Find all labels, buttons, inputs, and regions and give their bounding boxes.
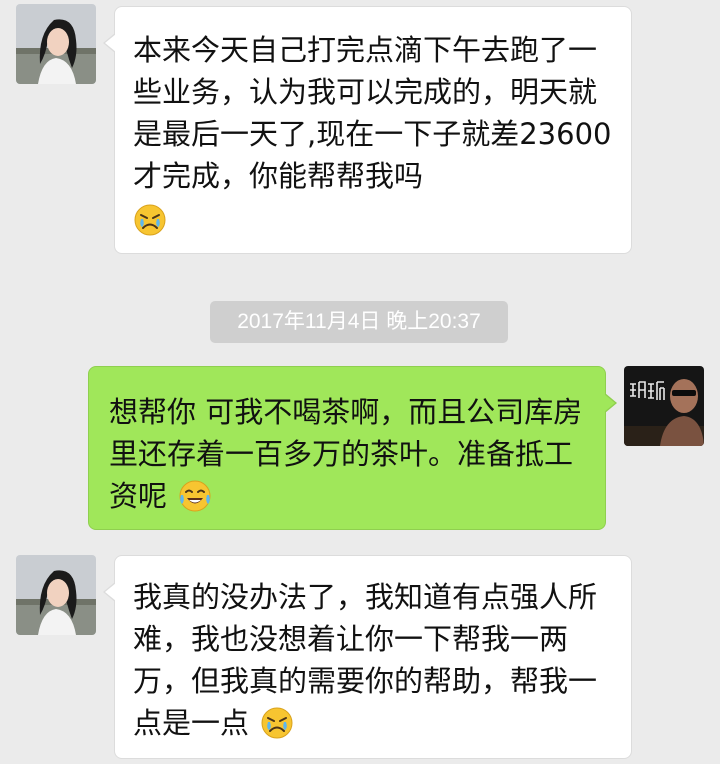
chat-window: 本来今天自己打完点滴下午去跑了一些业务，认为我可以完成的，明天就是最后一天了,现… (0, 0, 720, 764)
contact-avatar[interactable] (16, 555, 96, 635)
message-timestamp: 2017年11月4日 晚上20:37 (210, 301, 508, 343)
crying-face-icon (133, 203, 167, 237)
contact-avatar-image (16, 4, 96, 84)
message-text: 本来今天自己打完点滴下午去跑了一些业务，认为我可以完成的，明天就是最后一天了,现… (133, 33, 612, 193)
crying-face-icon (260, 706, 294, 740)
contact-avatar-image (16, 555, 96, 635)
laughing-tears-icon (178, 479, 212, 513)
incoming-message-bubble[interactable]: 我真的没办法了，我知道有点强人所难，我也没想着让你一下帮我一两万，但我真的需要你… (103, 555, 632, 759)
self-avatar-image (624, 366, 704, 446)
outgoing-message-bubble[interactable]: 想帮你 可我不喝茶啊，而且公司库房里还存着一百多万的茶叶。准备抵工资呢 (88, 366, 617, 530)
message-text: 我真的没办法了，我知道有点强人所难，我也没想着让你一下帮我一两万，但我真的需要你… (133, 580, 598, 740)
self-avatar[interactable] (624, 366, 704, 446)
contact-avatar[interactable] (16, 4, 96, 84)
incoming-message-bubble[interactable]: 本来今天自己打完点滴下午去跑了一些业务，认为我可以完成的，明天就是最后一天了,现… (103, 6, 632, 254)
